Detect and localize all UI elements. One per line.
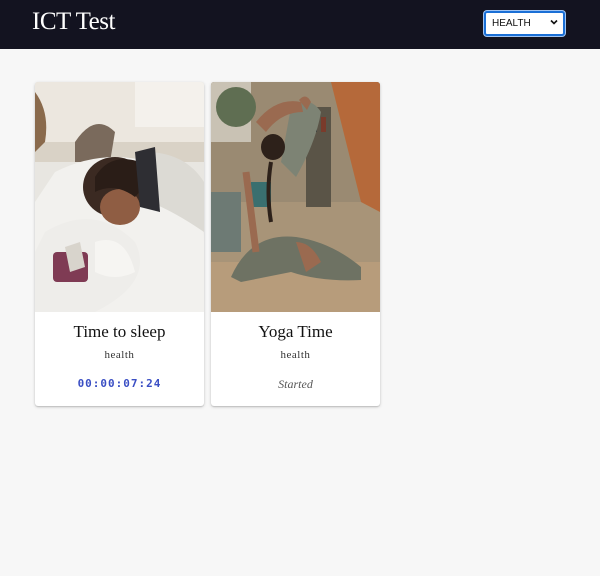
task-card-sleep[interactable]: Time to sleep health 00:00:07:24 bbox=[35, 82, 204, 406]
category-filter-select[interactable]: HEALTH bbox=[484, 11, 565, 36]
card-category: health bbox=[104, 349, 135, 361]
card-timer: 00:00:07:24 bbox=[77, 377, 162, 390]
yoga-pose-photo bbox=[211, 82, 380, 312]
app-title[interactable]: ICT Test bbox=[32, 8, 115, 36]
card-category: health bbox=[280, 349, 311, 361]
chevron-down-icon bbox=[550, 19, 558, 25]
card-title: Time to sleep bbox=[73, 322, 166, 341]
card-image-sleep bbox=[35, 82, 204, 312]
top-navbar: ICT Test HEALTH bbox=[0, 0, 600, 49]
task-card-yoga[interactable]: Yoga Time health Started bbox=[211, 82, 380, 406]
sleeping-person-photo bbox=[35, 82, 204, 312]
category-filter-value: HEALTH bbox=[492, 18, 531, 29]
card-title: Yoga Time bbox=[258, 322, 333, 341]
card-status: Started bbox=[278, 377, 313, 391]
card-image-yoga bbox=[211, 82, 380, 312]
